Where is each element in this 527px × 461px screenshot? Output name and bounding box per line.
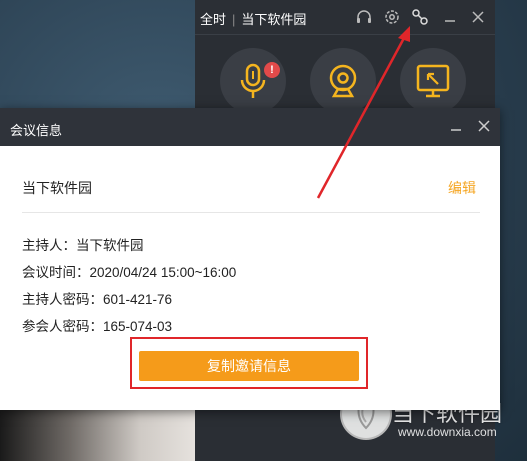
host-password-row: 主持人密码：601-421-76 [22,292,173,307]
screen-share-icon [416,64,450,98]
headset-icon[interactable] [355,8,373,26]
meeting-info-dialog: 会议信息 当下软件园 编辑 主持人：当下软件园 会议时间：2020/04/24 … [0,108,500,410]
close-icon[interactable] [469,8,487,26]
toolbar-titlebar: 全时 | 当下软件园 [195,0,495,35]
title-separator: | [232,12,236,27]
toolbar-title: 全时 | 当下软件园 [200,9,306,28]
divider [22,212,480,213]
camera-icon [329,64,357,98]
dialog-minimize-icon[interactable] [444,114,468,138]
screen-share-button[interactable] [400,48,466,114]
dialog-titlebar: 会议信息 [0,108,500,146]
meeting-name: 当下软件园 [22,180,92,196]
minimize-icon[interactable] [441,8,459,26]
microphone-button[interactable]: ! [220,48,286,114]
meeting-time-row: 会议时间：2020/04/24 15:00~16:00 [22,265,237,280]
dialog-close-icon[interactable] [472,114,496,138]
watermark-url: www.downxia.com [398,425,497,439]
attendee-password-row: 参会人密码：165-074-03 [22,319,173,334]
dialog-title: 会议信息 [10,123,63,138]
camera-button[interactable] [310,48,376,114]
link-icon[interactable] [411,8,429,26]
account-name: 当下软件园 [241,12,307,27]
edit-link[interactable]: 编辑 [448,178,476,198]
alert-badge: ! [264,62,280,78]
host-row: 主持人：当下软件园 [22,238,144,253]
settings-icon[interactable] [383,8,401,26]
app-name: 全时 [200,12,227,27]
copy-invite-button[interactable]: 复制邀请信息 [139,351,359,381]
